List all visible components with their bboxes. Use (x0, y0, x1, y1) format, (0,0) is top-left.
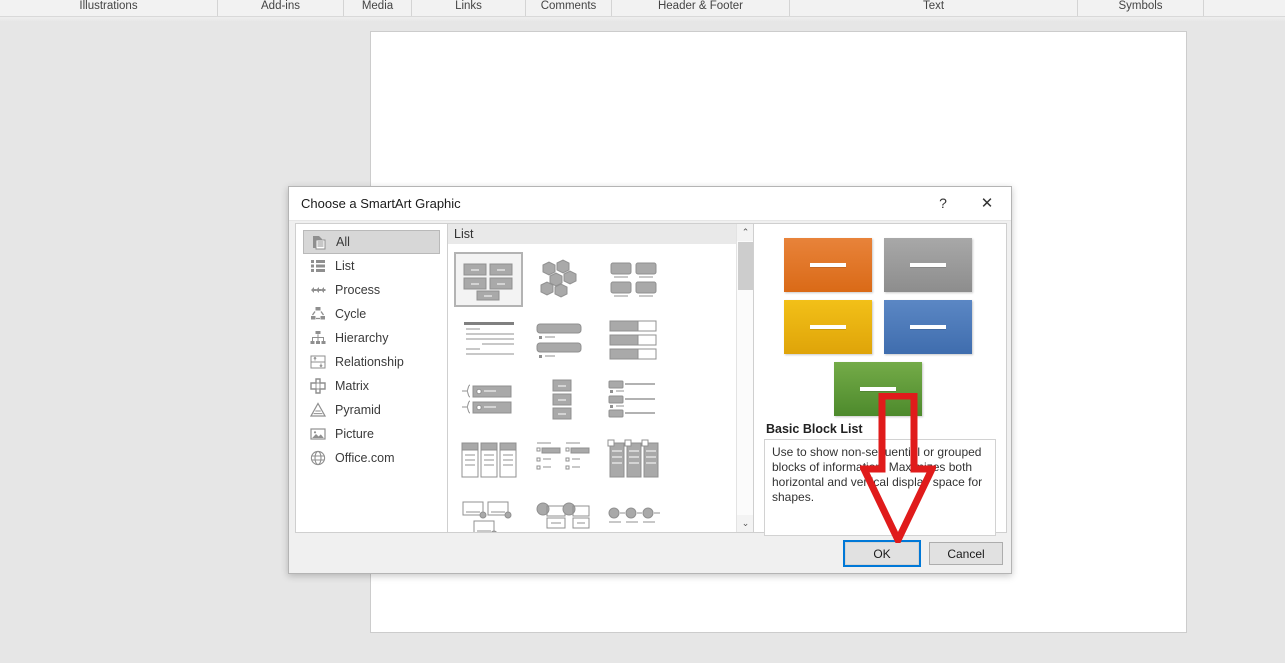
gallery-thumb-vertical-chevron-list[interactable] (527, 372, 596, 427)
block-text-dash (810, 263, 846, 267)
block-text-dash (910, 325, 946, 329)
category-item-pyramid[interactable]: Pyramid (303, 398, 440, 422)
preview-block-5 (834, 362, 922, 416)
ribbon-group-links: Links (412, 0, 526, 17)
gallery-thumb-vertical-box-list[interactable] (600, 312, 669, 367)
gallery-thumb-basic-block-list[interactable] (454, 252, 523, 307)
gallery-thumb-detailed-process[interactable] (527, 492, 596, 532)
scroll-up-icon[interactable]: ⌃ (737, 224, 753, 241)
help-icon[interactable]: ? (921, 187, 965, 219)
gallery-thumb-picture-caption-list[interactable] (600, 252, 669, 307)
preview-block-1 (784, 238, 872, 292)
category-item-label: List (335, 259, 355, 273)
app-root: Illustrations Add-ins Media Links Comments He… (0, 0, 1285, 663)
ribbon-group-text: Text (790, 0, 1078, 17)
category-item-label: Pyramid (335, 403, 381, 417)
category-item-label: Cycle (335, 307, 367, 321)
cycle-icon (309, 306, 326, 323)
ribbon-group-labels: Illustrations Add-ins Media Links Comments He… (0, 0, 1285, 17)
gallery-thumb-lined-list[interactable] (454, 312, 523, 367)
block-text-dash (860, 387, 896, 391)
gallery-thumb-grouped-list[interactable] (600, 492, 669, 532)
basic-block-list-preview (784, 238, 976, 418)
picture-icon (309, 426, 326, 443)
list-icon (309, 258, 326, 275)
category-item-hierarchy[interactable]: Hierarchy (303, 326, 440, 350)
preview-graphic-name: Basic Block List (766, 422, 863, 436)
preview-block-4 (884, 300, 972, 354)
gallery-thumb-vertical-bracket-list[interactable] (454, 372, 523, 427)
matrix-icon (309, 378, 326, 395)
ribbon-group-add-ins: Add-ins (218, 0, 344, 17)
dialog-titlebar: Choose a SmartArt Graphic ? ✕ (289, 187, 1011, 221)
category-item-label: Picture (335, 427, 374, 441)
hierarchy-icon (309, 330, 326, 347)
gallery-thumb-descending-block-list[interactable] (527, 432, 596, 487)
category-item-relationship[interactable]: Relationship (303, 350, 440, 374)
category-item-label: All (336, 235, 350, 249)
category-item-matrix[interactable]: Matrix (303, 374, 440, 398)
globe-icon (309, 450, 326, 467)
category-item-label: Hierarchy (335, 331, 389, 345)
gallery-thumb-tab-list[interactable] (600, 432, 669, 487)
preview-description: Use to show non-sequential or grouped bl… (764, 439, 996, 536)
category-item-cycle[interactable]: Cycle (303, 302, 440, 326)
ribbon-group-header-footer: Header & Footer (612, 0, 790, 17)
gallery-section-header: List (448, 224, 737, 244)
ribbon-group-illustrations: Illustrations (0, 0, 218, 17)
pyramid-icon (309, 402, 326, 419)
close-icon[interactable]: ✕ (965, 187, 1009, 219)
ribbon-group-media: Media (344, 0, 412, 17)
block-text-dash (910, 263, 946, 267)
category-item-label: Office.com (335, 451, 395, 465)
scroll-down-icon[interactable]: ⌄ (737, 515, 753, 532)
gallery-thumbnail-grid (448, 246, 737, 532)
ok-button[interactable]: OK (843, 540, 921, 567)
gallery-thumb-horizontal-picture-list[interactable] (454, 492, 523, 532)
category-item-label: Matrix (335, 379, 370, 393)
category-item-all[interactable]: All (303, 230, 440, 254)
gallery-thumb-vertical-arrow-list[interactable] (600, 372, 669, 427)
gallery-scrollbar[interactable]: ⌃ ⌄ (736, 224, 753, 532)
choose-smartart-graphic-dialog: Choose a SmartArt Graphic ? ✕ All List Pro… (288, 186, 1012, 574)
cancel-button[interactable]: Cancel (929, 542, 1003, 565)
preview-pane: Basic Block List Use to show non-sequent… (754, 224, 1006, 536)
ribbon-group-comments: Comments (526, 0, 612, 17)
scrollbar-thumb[interactable] (738, 242, 753, 290)
category-item-office-com[interactable]: Office.com (303, 446, 440, 470)
all-icon (310, 234, 327, 251)
ribbon-group-symbols: Symbols (1078, 0, 1204, 17)
block-text-dash (810, 325, 846, 329)
gallery-thumb-trapezoid-list[interactable] (454, 432, 523, 487)
gallery-thumb-vertical-bullet-list[interactable] (527, 312, 596, 367)
relationship-icon (309, 354, 326, 371)
category-item-list[interactable]: List (303, 254, 440, 278)
dialog-title: Choose a SmartArt Graphic (301, 196, 461, 211)
category-item-process[interactable]: Process (303, 278, 440, 302)
category-item-label: Relationship (335, 355, 404, 369)
dialog-body: All List Process Cycle Hierarchy Relationship… (295, 223, 1007, 536)
process-icon (309, 282, 326, 299)
gallery-thumb-alternating-hexagons[interactable] (527, 252, 596, 307)
preview-graphic (764, 232, 996, 418)
ribbon-group-empty (1204, 0, 1285, 17)
preview-block-2 (884, 238, 972, 292)
preview-block-3 (784, 300, 872, 354)
category-list: All List Process Cycle Hierarchy Relationship… (296, 224, 448, 532)
category-item-label: Process (335, 283, 381, 297)
smartart-gallery: List ⌃ ⌄ (448, 224, 754, 532)
category-item-picture[interactable]: Picture (303, 422, 440, 446)
dialog-footer: OK Cancel (843, 540, 1003, 567)
